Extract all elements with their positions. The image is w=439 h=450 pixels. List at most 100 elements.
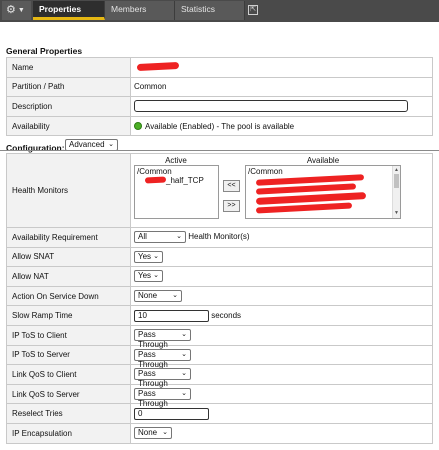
ip-encapsulation-select[interactable]: None ⌄ [134, 427, 172, 440]
gear-icon: ⚙ [6, 4, 16, 16]
configuration-title: Configuration: [6, 143, 65, 153]
chevron-down-icon: ⌄ [181, 390, 187, 398]
partition-value: Common [130, 76, 433, 98]
availability-requirement-select[interactable]: All ⌄ [134, 231, 186, 244]
row-allow-snat: Allow SNAT Yes ⌄ [6, 246, 433, 268]
row-health-monitors: Health Monitors Active /Common _half_TCP… [6, 153, 433, 228]
availability-label: Availability [6, 115, 131, 137]
divider [0, 150, 439, 151]
action-on-service-down-select[interactable]: None ⌄ [134, 290, 182, 303]
monitor-name-suffix: _half_TCP [166, 176, 204, 185]
general-properties-title: General Properties [6, 46, 83, 56]
redacted-item [255, 202, 353, 214]
row-reselect-tries: Reselect Tries 0 [6, 403, 433, 424]
health-monitor-selector: Active /Common _half_TCP << >> Available… [131, 154, 432, 227]
allow-nat-value: Yes [138, 271, 152, 281]
row-ip-tos-to-server: IP ToS to Server Pass Through ⌄ [6, 344, 433, 369]
action-on-service-down-label: Action On Service Down [6, 285, 131, 307]
allow-snat-select[interactable]: Yes ⌄ [134, 250, 163, 263]
chevron-down-icon: ⌄ [176, 233, 182, 241]
link-qos-to-server-value: Pass Through [138, 389, 168, 409]
chevron-down-icon: ⌄ [153, 272, 159, 280]
available-header: Available [306, 156, 340, 165]
reselect-tries-input[interactable]: 0 [134, 407, 209, 420]
gear-menu-button[interactable]: ⚙ ▼ [2, 1, 31, 20]
ip-tos-to-client-select[interactable]: Pass Through ⌄ [134, 329, 191, 349]
allow-nat-select[interactable]: Yes ⌄ [134, 270, 163, 283]
description-input[interactable] [134, 100, 408, 113]
available-list-scrollbar[interactable]: ▲ ▼ [392, 166, 400, 218]
scroll-down-icon[interactable]: ▼ [394, 209, 399, 218]
allow-snat-label: Allow SNAT [6, 246, 131, 268]
name-value [130, 57, 433, 78]
active-header: Active [165, 156, 187, 165]
tab-statistics[interactable]: Statistics [175, 1, 245, 20]
ip-tos-to-server-value: Pass Through [138, 349, 168, 369]
chevron-down-icon: ⌄ [181, 331, 187, 339]
row-allow-nat: Allow NAT Yes ⌄ [6, 266, 433, 287]
remove-monitor-button[interactable]: >> [223, 200, 240, 212]
tab-properties[interactable]: Properties [33, 1, 105, 20]
row-availability-requirement: Availability Requirement All ⌄ Health Mon… [6, 227, 433, 248]
ip-encapsulation-label: IP Encapsulation [6, 422, 131, 444]
availability-value: Available (Enabled) - The pool is availa… [145, 121, 295, 131]
link-qos-to-client-select[interactable]: Pass Through ⌄ [134, 368, 191, 388]
slow-ramp-time-input[interactable]: 10 [134, 309, 209, 322]
link-qos-to-client-label: Link QoS to Client [6, 364, 131, 385]
active-monitors-list[interactable]: /Common _half_TCP [134, 165, 219, 219]
ip-encapsulation-value: None [138, 428, 158, 438]
chevron-down-icon: ⌄ [153, 252, 159, 260]
link-qos-to-client-value: Pass Through [138, 369, 168, 389]
slow-ramp-time-label: Slow Ramp Time [6, 305, 131, 326]
action-on-service-down-value: None [138, 291, 158, 301]
description-label: Description [6, 96, 131, 117]
link-qos-to-server-select[interactable]: Pass Through ⌄ [134, 388, 191, 408]
ip-tos-to-server-label: IP ToS to Server [6, 344, 131, 366]
row-description: Description [6, 96, 433, 117]
external-window-icon[interactable]: ⇱ [248, 5, 258, 15]
scrollbar-thumb[interactable] [394, 174, 399, 188]
availability-requirement-suffix: Health Monitor(s) [188, 232, 250, 242]
reselect-tries-label: Reselect Tries [6, 403, 131, 424]
redacted-list-items [248, 174, 398, 214]
row-name: Name [6, 57, 433, 78]
tab-bar: ⚙ ▼ Properties Members Statistics ⇱ [0, 0, 439, 22]
chevron-down-icon: ⌄ [108, 141, 114, 148]
chevron-down-icon: ⌄ [162, 429, 168, 437]
row-slow-ramp-time: Slow Ramp Time 10 seconds [6, 305, 433, 326]
name-label: Name [6, 57, 131, 78]
row-partition: Partition / Path Common [6, 76, 433, 98]
row-availability: Availability Available (Enabled) - The p… [6, 115, 433, 137]
tab-members[interactable]: Members [105, 1, 175, 20]
health-monitors-label: Health Monitors [6, 153, 131, 228]
link-qos-to-server-label: Link QoS to Server [6, 383, 131, 405]
chevron-down-icon: ⌄ [172, 292, 178, 300]
availability-requirement-value: All [138, 232, 147, 242]
row-link-qos-to-server: Link QoS to Server Pass Through ⌄ [6, 383, 433, 408]
allow-nat-label: Allow NAT [6, 266, 131, 287]
general-properties-table: Name Partition / Path Common Description… [6, 57, 433, 137]
redacted-monitor-name [144, 176, 167, 184]
row-ip-encapsulation: IP Encapsulation None ⌄ [6, 422, 433, 444]
redacted-name [136, 61, 180, 71]
partition-label: Partition / Path [6, 76, 131, 98]
chevron-down-icon: ⌄ [181, 370, 187, 378]
chevron-down-icon: ⌄ [181, 350, 187, 358]
available-monitors-list[interactable]: /Common ▲ ▼ [245, 165, 401, 219]
ip-tos-to-server-select[interactable]: Pass Through ⌄ [134, 348, 191, 369]
list-item[interactable]: /Common [137, 167, 216, 176]
list-item[interactable]: /Common [248, 167, 398, 176]
available-status-icon [134, 121, 142, 130]
ip-tos-to-client-label: IP ToS to Client [6, 324, 131, 346]
ip-tos-to-client-value: Pass Through [138, 330, 168, 350]
chevron-down-icon: ▼ [17, 7, 25, 14]
allow-snat-value: Yes [138, 251, 152, 261]
configuration-mode-value: Advanced [69, 140, 105, 149]
list-item[interactable]: _half_TCP [137, 176, 216, 185]
row-link-qos-to-client: Link QoS to Client Pass Through ⌄ [6, 364, 433, 388]
add-monitor-button[interactable]: << [223, 180, 240, 192]
row-ip-tos-to-client: IP ToS to Client Pass Through ⌄ [6, 324, 433, 349]
configuration-table: Health Monitors Active /Common _half_TCP… [6, 153, 433, 444]
slow-ramp-time-unit: seconds [211, 310, 242, 320]
availability-requirement-label: Availability Requirement [6, 227, 131, 248]
